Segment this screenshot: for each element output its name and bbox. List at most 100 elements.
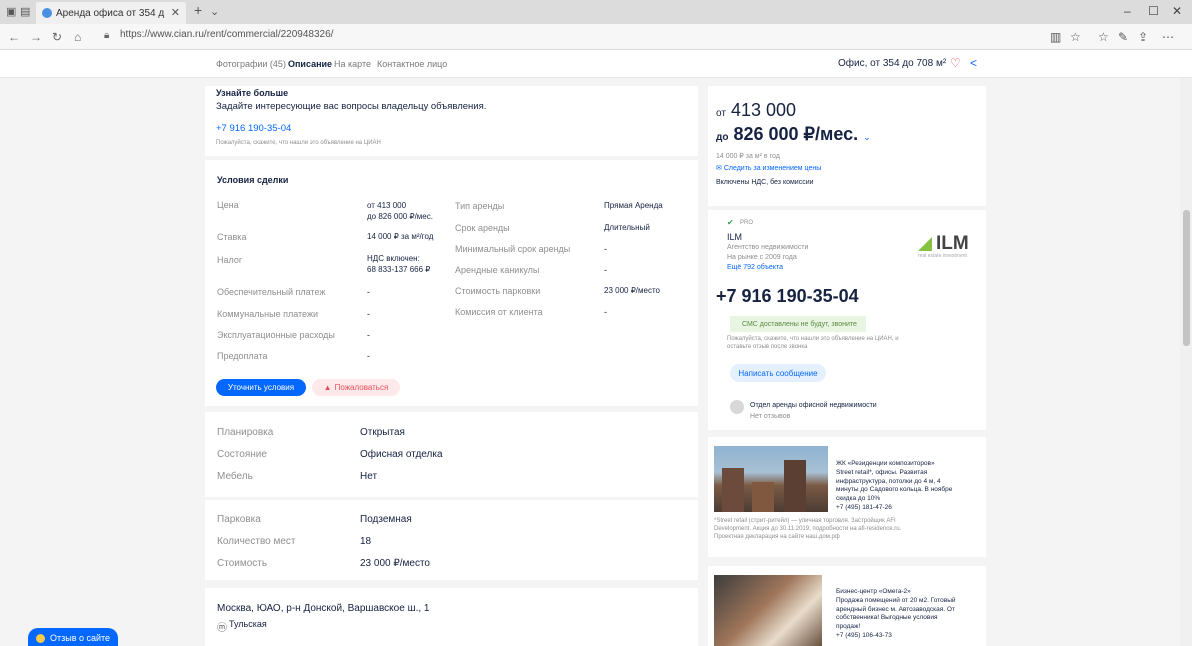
- home-icon[interactable]: ⌂: [74, 30, 81, 44]
- deal-label: Налог: [217, 255, 243, 265]
- listing-summary: Офис, от 354 до 708 м²: [838, 58, 947, 69]
- features-card: [205, 412, 698, 497]
- feature-value: Офисная отделка: [360, 449, 443, 460]
- phone-number[interactable]: +7 916 190-35-04: [716, 286, 859, 307]
- deal-label: Цена: [217, 200, 239, 210]
- logo-subtitle: real estate investment: [918, 253, 967, 259]
- to-prefix: до: [716, 132, 729, 143]
- deal-value: -: [604, 307, 607, 317]
- from-prefix: от: [716, 108, 726, 119]
- avatar: [730, 400, 744, 414]
- deal-value: -: [367, 287, 370, 297]
- tab-actions-icon[interactable]: ▣: [6, 5, 16, 18]
- tab-list-icon[interactable]: ⌄: [210, 5, 219, 18]
- learn-more-note: Пожалуйста, скажите, что нашли это объяв…: [216, 140, 381, 146]
- maximize-icon[interactable]: ☐: [1148, 4, 1159, 18]
- logo-text: ILM: [936, 233, 969, 254]
- feature-label: Мебель: [217, 471, 253, 482]
- price-dropdown-icon[interactable]: ⌄: [863, 132, 871, 142]
- minimize-icon[interactable]: –: [1124, 4, 1131, 18]
- lock-icon: 🔒︎: [104, 30, 110, 41]
- phone-link[interactable]: +7 916 190-35-04: [216, 123, 291, 134]
- deal-value: от 413 000 до 826 000 ₽/мес.: [367, 201, 433, 221]
- favorite-star-icon[interactable]: ☆: [1070, 30, 1081, 44]
- deal-label: Минимальный срок аренды: [455, 244, 571, 254]
- deal-value: -: [367, 351, 370, 361]
- favorite-heart-icon[interactable]: ♡: [950, 56, 961, 70]
- department-name[interactable]: Отдел аренды офисной недвижимости: [750, 401, 877, 410]
- pen-icon[interactable]: ✎: [1118, 30, 1128, 44]
- deal-value: -: [367, 330, 370, 340]
- feature-label: Планировка: [217, 427, 274, 438]
- address-line: Москва, ЮАО, р-н Донской, Варшавское ш.,…: [217, 603, 430, 614]
- price-from-value: 413 000: [730, 100, 797, 120]
- forward-icon[interactable]: →: [30, 30, 42, 44]
- parking-value: Подземная: [360, 514, 412, 525]
- deal-label: Тип аренды: [455, 201, 505, 211]
- browser-tab[interactable]: Аренда офиса от 354 д ✕: [36, 2, 186, 24]
- complain-button[interactable]: ▲ Пожаловаться: [312, 379, 400, 396]
- ad-image-office[interactable]: [714, 575, 822, 646]
- favicon-icon: [42, 8, 52, 18]
- tab-description[interactable]: Описание: [288, 59, 332, 69]
- price-to-value: 826 000 ₽/мес.: [733, 124, 859, 144]
- deal-label: Коммунальные платежи: [217, 309, 318, 319]
- feature-value: Нет: [360, 471, 378, 482]
- metro-icon: ⓜ: [217, 623, 227, 634]
- clarify-label: Уточнить условия: [227, 383, 295, 392]
- department-reviews: Нет отзывов: [750, 413, 791, 420]
- deal-label: Стоимость парковки: [455, 286, 541, 296]
- scrollbar-track[interactable]: [1180, 78, 1192, 646]
- browser-tabbar: ▣ ▤ Аренда офиса от 354 д ✕ + ⌄ – ☐ ✕: [0, 0, 1192, 24]
- vat-note: Включены НДС, без комиссии: [716, 179, 814, 186]
- sms-notice: СМС доставлены не будут, звоните: [730, 316, 866, 332]
- mail-icon: ✉: [716, 165, 722, 172]
- parking-label: Стоимость: [217, 558, 268, 569]
- agency-logo[interactable]: ILM real estate investment: [918, 231, 973, 261]
- close-window-icon[interactable]: ✕: [1172, 4, 1182, 18]
- sms-label: СМС доставлены не будут, звоните: [742, 320, 857, 328]
- share-icon[interactable]: <: [970, 56, 977, 70]
- learn-more-title: Узнайте больше: [216, 88, 289, 98]
- scrollbar-thumb[interactable]: [1183, 210, 1190, 346]
- deal-label: Комиссия от клиента: [455, 307, 543, 317]
- ad-image-residential[interactable]: [714, 446, 828, 512]
- feedback-label: Отзыв о сайте: [50, 633, 111, 643]
- ad-text: Бизнес-центр «Омега-2» Продажа помещений…: [836, 588, 956, 639]
- clarify-conditions-button[interactable]: Уточнить условия: [216, 379, 306, 396]
- agency-more-link[interactable]: Ещё 792 объекта: [727, 263, 783, 272]
- refresh-icon[interactable]: ↻: [52, 30, 62, 44]
- deal-value: Длительный: [604, 223, 650, 232]
- feedback-button[interactable]: Отзыв о сайте: [28, 628, 118, 646]
- agency-since: На рынке с 2009 года: [727, 254, 797, 261]
- back-icon[interactable]: ←: [8, 30, 20, 44]
- tab-title: Аренда офиса от 354 д: [56, 7, 165, 19]
- tab-photos[interactable]: Фотографии (45): [216, 59, 286, 69]
- building-shape: [722, 468, 744, 512]
- logo-triangle-icon: [918, 237, 932, 251]
- tab-contact[interactable]: Контактное лицо: [377, 59, 447, 69]
- price-from: от 413 000: [716, 100, 796, 121]
- agency-badge: PRO: [740, 220, 754, 226]
- reading-view-icon[interactable]: ▥: [1050, 30, 1061, 44]
- write-message-button[interactable]: Написать сообщение: [730, 364, 826, 382]
- building-shape: [784, 460, 806, 512]
- close-tab-icon[interactable]: ✕: [171, 6, 180, 19]
- favorites-hub-icon[interactable]: ☆: [1098, 30, 1109, 44]
- url-input[interactable]: https://www.cian.ru/rent/commercial/2209…: [120, 29, 333, 40]
- deal-value: 14 000 ₽ за м²/год: [367, 232, 434, 241]
- tab-preview-icon[interactable]: ▤: [20, 5, 30, 18]
- tab-map[interactable]: На карте: [334, 59, 371, 69]
- parking-value: 23 000 ₽/место: [360, 558, 430, 569]
- complain-label: Пожаловаться: [334, 383, 389, 392]
- more-icon[interactable]: ⋯: [1162, 30, 1174, 44]
- metro-station[interactable]: Тульская: [229, 619, 267, 629]
- share-icon[interactable]: ⇪: [1138, 30, 1148, 44]
- parking-label: Парковка: [217, 514, 261, 525]
- new-tab-icon[interactable]: +: [194, 2, 202, 18]
- ad-disclaimer: *Street retail (стрит-ритейл) — уличная …: [714, 518, 902, 540]
- parking-label: Количество мест: [217, 536, 296, 547]
- follow-price-link[interactable]: ✉ Следить за изменением цены: [716, 164, 821, 173]
- rate-per-sqm: 14 000 ₽ за м² в год: [716, 153, 780, 160]
- agency-name: ILM: [727, 232, 743, 242]
